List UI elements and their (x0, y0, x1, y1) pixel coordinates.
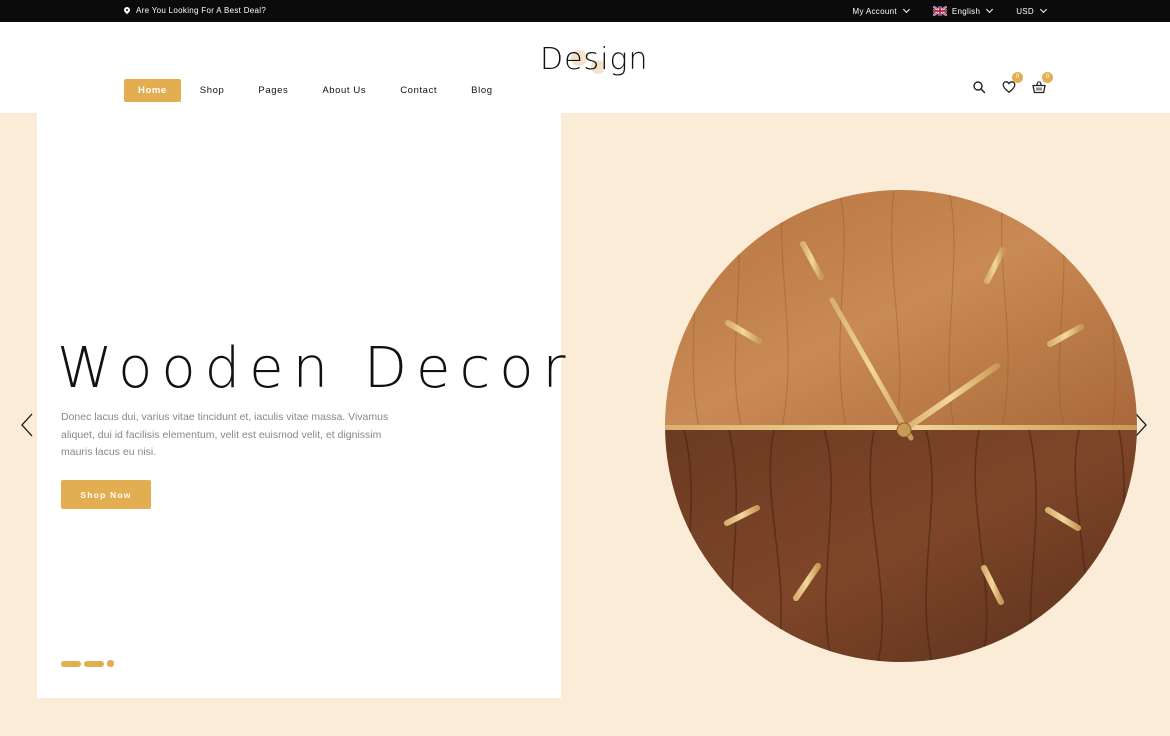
my-account-dropdown[interactable]: My Account (852, 5, 910, 16)
chevron-left-icon (21, 413, 33, 437)
search-button[interactable] (972, 80, 986, 94)
cart-button[interactable]: 0 (1032, 72, 1053, 94)
deal-notice: Are You Looking For A Best Deal? (124, 6, 266, 15)
top-bar-menus: My Account English USD (852, 0, 1048, 22)
wishlist-button[interactable]: 0 (1002, 72, 1023, 94)
search-icon (973, 81, 986, 94)
nav-about-us[interactable]: About Us (322, 79, 366, 102)
hero-title: Wooden Decor (57, 336, 575, 401)
chevron-down-icon (902, 5, 910, 14)
nav-blog[interactable]: Blog (471, 79, 492, 102)
header-actions: 0 0 (972, 72, 1053, 94)
language-label: English (951, 6, 981, 16)
slider-pagination (61, 660, 114, 667)
top-bar: Are You Looking For A Best Deal? My Acco… (0, 0, 1170, 22)
currency-dropdown[interactable]: USD (1016, 5, 1048, 16)
nav-contact[interactable]: Contact (400, 79, 437, 102)
site-header: Design Home Shop Pages About Us Contact … (0, 22, 1170, 113)
chevron-down-icon (1039, 5, 1048, 14)
language-dropdown[interactable]: English (932, 5, 994, 16)
cart-count-badge: 0 (1042, 72, 1053, 83)
location-pin-icon (124, 7, 130, 15)
slide-dot-2[interactable] (84, 660, 104, 667)
uk-flag-icon (932, 6, 947, 16)
hero-description: Donec lacus dui, varius vitae tincidunt … (61, 411, 389, 458)
nav-pages[interactable]: Pages (258, 79, 288, 102)
slide-dot-3[interactable] (107, 660, 114, 667)
slide-dot-1[interactable] (61, 660, 81, 667)
nav-home[interactable]: Home (124, 79, 181, 102)
main-nav: Home Shop Pages About Us Contact Blog (124, 79, 527, 102)
hero-panel (37, 113, 561, 698)
my-account-label: My Account (852, 6, 897, 16)
shop-now-button[interactable]: Shop Now (61, 480, 151, 509)
wooden-clock-image (665, 190, 1137, 662)
wishlist-count-badge: 0 (1012, 72, 1023, 83)
nav-shop[interactable]: Shop (200, 79, 225, 102)
chevron-down-icon (986, 5, 994, 14)
deal-text: Are You Looking For A Best Deal? (136, 6, 267, 15)
site-logo[interactable]: Design (540, 42, 649, 77)
slider-prev-button[interactable] (20, 412, 34, 438)
currency-label: USD (1016, 6, 1034, 16)
